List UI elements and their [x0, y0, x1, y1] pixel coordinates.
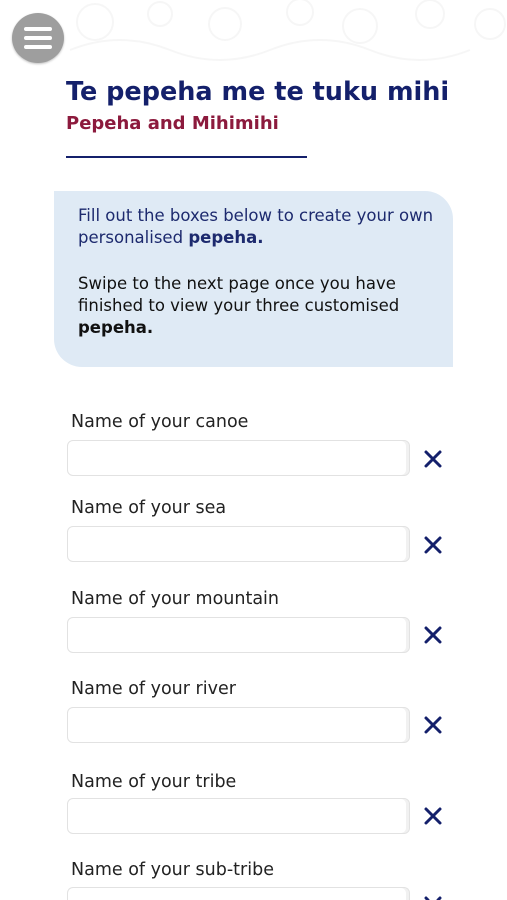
sea-label: Name of your sea	[71, 498, 227, 518]
clear-tribe-close-icon[interactable]	[422, 805, 444, 827]
sub-tribe-input[interactable]	[67, 887, 410, 900]
instructions-text-create: Fill out the boxes below to create your …	[78, 206, 434, 247]
clear-sub-tribe-close-icon[interactable]	[422, 894, 444, 900]
clear-mountain-close-icon[interactable]	[422, 624, 444, 646]
clear-canoe-close-icon[interactable]	[422, 448, 444, 470]
menu-button[interactable]	[12, 13, 64, 63]
hamburger-menu-icon	[24, 27, 52, 49]
decorative-pattern	[69, 0, 506, 61]
tribe-label: Name of your tribe	[71, 772, 237, 792]
sea-input[interactable]	[67, 526, 410, 562]
tribe-input[interactable]	[67, 798, 410, 834]
river-label: Name of your river	[71, 679, 236, 699]
canoe-input[interactable]	[67, 440, 410, 476]
title-divider	[66, 156, 307, 158]
mountain-label: Name of your mountain	[71, 589, 280, 609]
canoe-label: Name of your canoe	[71, 412, 249, 432]
clear-river-close-icon[interactable]	[422, 714, 444, 736]
instructions-box: Fill out the boxes below to create your …	[54, 191, 453, 367]
clear-sea-close-icon[interactable]	[422, 534, 444, 556]
river-input[interactable]	[67, 707, 410, 743]
page-subtitle: Pepeha and Mihimihi	[66, 113, 279, 134]
sub-tribe-label: Name of your sub-tribe	[71, 860, 274, 880]
page-title: Te pepeha me te tuku mihi	[66, 77, 450, 107]
mountain-input[interactable]	[67, 617, 410, 653]
instructions-text-swipe: Swipe to the next page once you have fin…	[78, 274, 400, 337]
